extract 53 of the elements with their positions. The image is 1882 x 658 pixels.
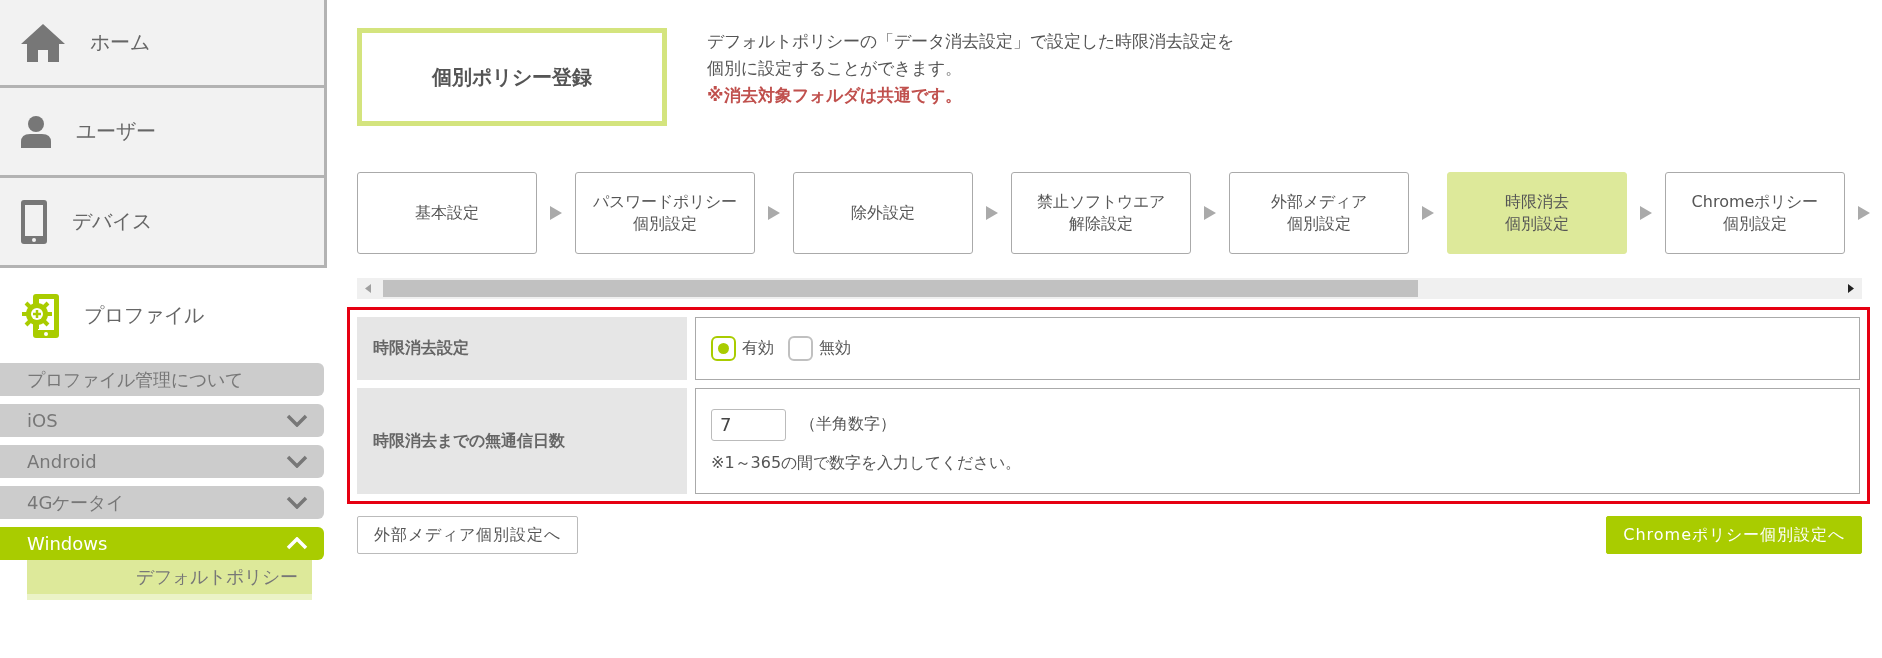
nav-label: デバイス: [72, 208, 152, 235]
gear-phone-icon: [20, 292, 60, 339]
scroll-left-icon[interactable]: [365, 284, 371, 293]
step-arrow-icon: [550, 206, 562, 220]
scroll-right-icon[interactable]: [1848, 284, 1854, 293]
nav-item[interactable]: ユーザー: [0, 88, 327, 178]
step-arrow-icon: [1422, 206, 1434, 220]
page-title: 個別ポリシー登録: [357, 28, 667, 126]
step-arrow-icon: [768, 206, 780, 220]
user-icon: [20, 114, 52, 149]
description-text: デフォルトポリシーの「データ消去設定」で設定した時限消去設定を: [707, 30, 1234, 53]
scrollbar-thumb[interactable]: [383, 280, 1418, 297]
radio-button[interactable]: [711, 336, 736, 361]
days-input-field[interactable]: 7: [711, 408, 786, 441]
step-tab[interactable]: 除外設定: [793, 172, 973, 254]
nav-label: プロファイル: [84, 302, 204, 329]
help-text: ※1～365の間で数字を入力してください。: [711, 452, 1023, 474]
radio-label[interactable]: 無効: [819, 338, 851, 359]
submenu-label: Android: [27, 451, 97, 472]
step-arrow-icon: [986, 206, 998, 220]
back-button[interactable]: 外部メディア個別設定へ: [357, 516, 578, 554]
nav-item[interactable]: デバイス: [0, 178, 327, 268]
nav-item[interactable]: ホーム: [0, 0, 327, 88]
chevron-down-icon: [286, 414, 308, 427]
submenu-label: Windows: [27, 533, 108, 554]
home-icon: [20, 22, 66, 63]
submenu-child-item[interactable]: デフォルトポリシー: [27, 560, 312, 600]
radio-label[interactable]: 有効: [742, 338, 774, 359]
description-text: 個別に設定することができます。: [707, 57, 963, 80]
chevron-up-icon: [286, 537, 308, 550]
field-label: 時限消去設定: [357, 317, 687, 380]
radio-button[interactable]: [788, 336, 813, 361]
step-tab[interactable]: 基本設定: [357, 172, 537, 254]
step-tab[interactable]: パスワードポリシー 個別設定: [575, 172, 755, 254]
horizontal-scrollbar[interactable]: [357, 278, 1862, 299]
submenu-label: プロファイル管理について: [27, 367, 243, 392]
step-arrow-icon: [1204, 206, 1216, 220]
step-tab[interactable]: 外部メディア 個別設定: [1229, 172, 1409, 254]
chevron-down-icon: [286, 455, 308, 468]
note-text: ※消去対象フォルダは共通です。: [707, 84, 963, 107]
step-tab[interactable]: Chromeポリシー 個別設定: [1665, 172, 1845, 254]
step-arrow-icon: [1640, 206, 1652, 220]
nav-label: ホーム: [90, 29, 150, 56]
step-tab[interactable]: 時限消去 個別設定: [1447, 172, 1627, 254]
input-hint: （半角数字）: [800, 414, 896, 435]
step-tab[interactable]: 禁止ソフトウエア 解除設定: [1011, 172, 1191, 254]
step-arrow-icon: [1858, 206, 1870, 220]
field-label: 時限消去までの無通信日数: [357, 388, 687, 494]
nav-label: ユーザー: [76, 118, 156, 145]
chevron-down-icon: [286, 496, 308, 509]
submenu-label: 4Gケータイ: [27, 490, 125, 515]
submenu-label: iOS: [27, 410, 58, 431]
smartphone-icon: [20, 198, 48, 245]
